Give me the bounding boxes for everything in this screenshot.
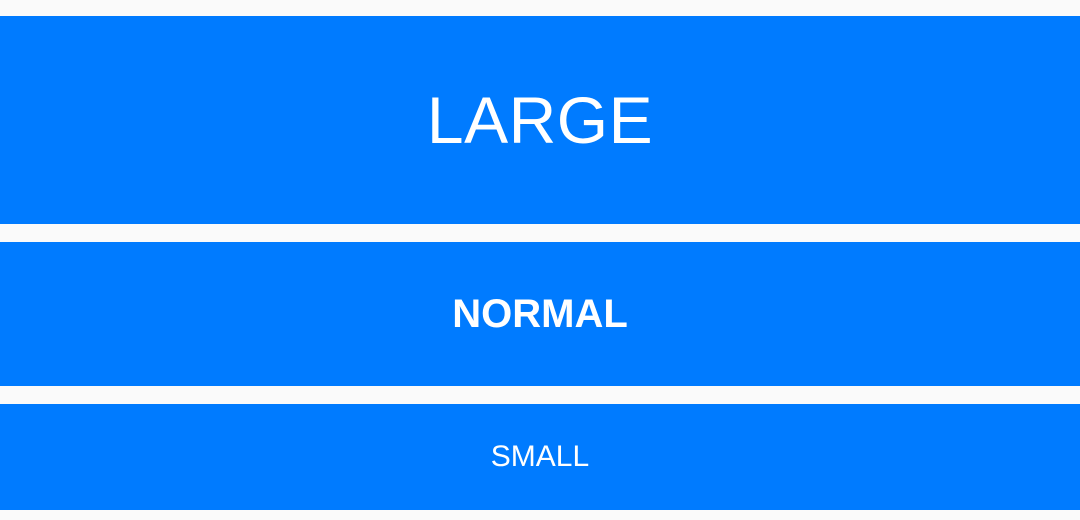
normal-button[interactable]: NORMAL — [0, 242, 1080, 386]
normal-button-label: NORMAL — [452, 291, 628, 336]
large-button-label: LARGE — [426, 83, 654, 157]
screen: LARGE NORMAL SMALL — [0, 0, 1080, 520]
large-button[interactable]: LARGE — [0, 16, 1080, 224]
small-button-label: SMALL — [490, 440, 590, 473]
small-button[interactable]: SMALL — [0, 404, 1080, 510]
